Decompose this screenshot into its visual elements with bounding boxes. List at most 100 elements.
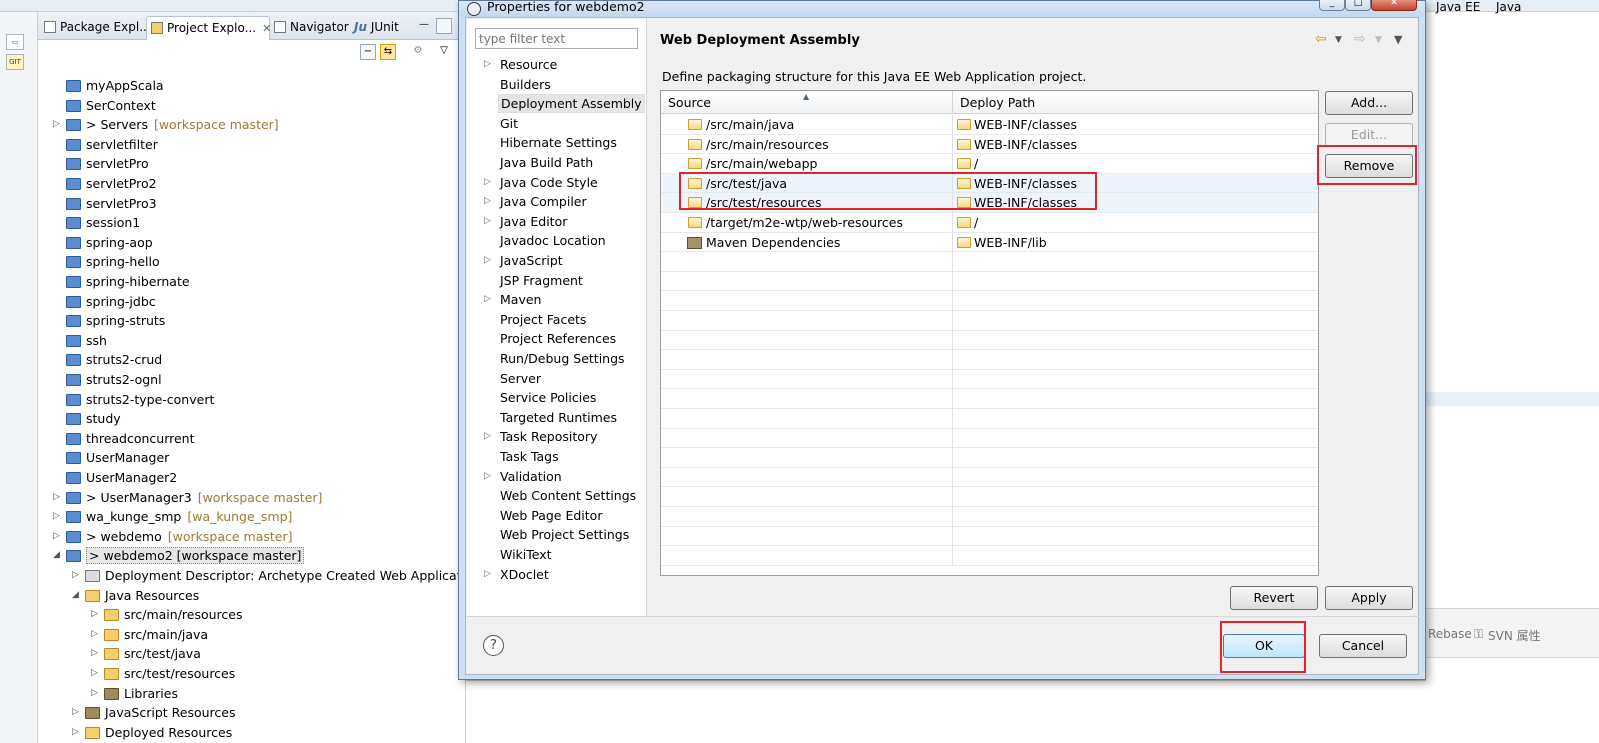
tree-item[interactable]: UserManager xyxy=(38,448,438,467)
nav-item[interactable]: Git xyxy=(498,114,520,133)
maximize-button[interactable]: □ xyxy=(1345,0,1371,11)
table-row[interactable]: /target/m2e-wtp/web-resources / xyxy=(661,213,1318,233)
tree-collapse-icon[interactable]: ◢ xyxy=(53,546,63,565)
table-row[interactable]: /src/test/resources WEB-INF/classes xyxy=(661,193,1318,213)
tree-expand-icon[interactable]: ▷ xyxy=(53,115,63,134)
tree-item[interactable]: servletPro3 xyxy=(38,194,438,213)
svn-properties-label[interactable]: SVN 属性 xyxy=(1488,627,1541,644)
nav-item[interactable]: Java Editor xyxy=(498,212,569,231)
tree-item[interactable]: threadconcurrent xyxy=(38,429,438,448)
forward-arrow-icon[interactable]: ⇨ xyxy=(1354,31,1366,47)
nav-expand-icon[interactable]: ▷ xyxy=(484,565,491,584)
tab-navigator[interactable]: Navigator xyxy=(270,16,350,40)
deploy-path-cell[interactable]: WEB-INF/classes xyxy=(953,174,1318,193)
source-cell[interactable]: /src/test/resources xyxy=(661,193,953,213)
perspective-java[interactable]: Java xyxy=(1496,0,1521,14)
nav-expand-icon[interactable]: ▷ xyxy=(484,192,491,211)
tree-item[interactable]: session1 xyxy=(38,213,438,232)
tree-item[interactable]: ▷ Deployment Descriptor: Archetype Create… xyxy=(38,566,481,585)
tree-item[interactable]: ▷ src/test/java xyxy=(38,644,438,663)
tree-item[interactable]: SerContext xyxy=(38,96,438,115)
tree-item[interactable]: ▷ > Servers [workspace master] xyxy=(38,115,438,134)
tree-item[interactable]: ▷ JavaScript Resources xyxy=(38,703,438,722)
view-menu-icon[interactable]: ▼ xyxy=(1394,33,1402,46)
ok-button[interactable]: OK xyxy=(1223,634,1305,658)
tree-expand-icon[interactable]: ▷ xyxy=(53,488,63,507)
nav-item[interactable]: Task Repository xyxy=(498,427,599,446)
maximize-icon[interactable] xyxy=(436,18,452,34)
tree-expand-icon[interactable]: ▷ xyxy=(72,723,82,742)
nav-item[interactable]: Builders xyxy=(498,75,553,94)
minimize-button[interactable]: _ xyxy=(1319,0,1345,11)
table-row[interactable]: /src/main/java WEB-INF/classes xyxy=(661,115,1318,135)
tree-item[interactable]: struts2-crud xyxy=(38,350,438,369)
tab-package-explorer[interactable]: Package Expl... xyxy=(40,16,151,40)
tree-item[interactable]: struts2-ognl xyxy=(38,370,438,389)
chevron-down-icon[interactable]: ▽ xyxy=(436,44,452,60)
tree-item[interactable]: myAppScala xyxy=(38,76,438,95)
deploy-path-cell[interactable]: WEB-INF/classes xyxy=(953,193,1318,212)
nav-expand-icon[interactable]: ▷ xyxy=(484,173,491,192)
perspective-java-ee[interactable]: Java EE xyxy=(1436,0,1480,14)
minimize-icon[interactable]: — xyxy=(416,18,432,34)
tree-item[interactable]: ▷ Deployed Resources xyxy=(38,723,438,742)
nav-item[interactable]: Run/Debug Settings xyxy=(498,349,627,368)
collapse-all-icon[interactable]: − xyxy=(360,44,376,60)
tree-item[interactable]: ▷ > UserManager3 [workspace master] xyxy=(38,488,438,507)
help-icon[interactable]: ? xyxy=(483,635,504,656)
table-row[interactable]: /src/main/resources WEB-INF/classes xyxy=(661,134,1318,155)
tree-item[interactable]: servletPro2 xyxy=(38,174,438,193)
tree-item[interactable]: ssh xyxy=(38,331,438,350)
nav-item[interactable]: Task Tags xyxy=(498,447,561,466)
nav-item[interactable]: Web Content Settings xyxy=(498,486,638,505)
add-button[interactable]: Add... xyxy=(1325,91,1413,115)
tree-expand-icon[interactable]: ▷ xyxy=(53,507,63,526)
tree-item[interactable]: servletfilter xyxy=(38,135,438,154)
link-with-editor-icon[interactable]: ⇆ xyxy=(380,44,396,60)
back-history-dropdown-icon[interactable]: ▼ xyxy=(1335,35,1342,45)
nav-item[interactable]: Maven xyxy=(498,290,543,309)
tree-item[interactable]: study xyxy=(38,409,438,428)
nav-expand-icon[interactable]: ▷ xyxy=(484,427,491,446)
column-header-deploy-path[interactable]: Deploy Path xyxy=(953,91,1318,114)
tree-expand-icon[interactable]: ▷ xyxy=(72,566,82,585)
source-cell[interactable]: Maven Dependencies xyxy=(661,232,953,253)
nav-item[interactable]: Project Facets xyxy=(498,310,588,329)
tree-item[interactable]: spring-hello xyxy=(38,252,438,271)
filter-input[interactable] xyxy=(475,28,638,49)
deploy-path-cell[interactable]: WEB-INF/classes xyxy=(953,135,1318,154)
nav-expand-icon[interactable]: ▷ xyxy=(484,467,491,486)
close-button[interactable]: ✕ xyxy=(1371,0,1417,11)
tree-expand-icon[interactable]: ▷ xyxy=(91,664,101,683)
nav-item[interactable]: Targeted Runtimes xyxy=(498,408,619,427)
deploy-path-cell[interactable]: WEB-INF/classes xyxy=(953,115,1318,134)
nav-expand-icon[interactable]: ▷ xyxy=(484,251,491,270)
back-arrow-icon[interactable]: ⇦ xyxy=(1315,31,1327,47)
source-cell[interactable]: /src/main/webapp xyxy=(661,154,953,174)
nav-item[interactable]: Hibernate Settings xyxy=(498,133,619,152)
nav-item[interactable]: Validation xyxy=(498,467,564,486)
nav-item[interactable]: Web Project Settings xyxy=(498,525,631,544)
nav-item[interactable]: Service Policies xyxy=(498,388,598,407)
edit-button[interactable]: Edit... xyxy=(1325,123,1413,147)
nav-item[interactable]: WikiText xyxy=(498,545,554,564)
source-cell[interactable]: /target/m2e-wtp/web-resources xyxy=(661,213,953,233)
revert-button[interactable]: Revert xyxy=(1230,586,1318,610)
tree-item[interactable]: ▷ Libraries xyxy=(38,684,438,703)
view-menu-icon[interactable]: ⚙ xyxy=(410,44,426,60)
source-cell[interactable]: /src/test/java xyxy=(661,173,953,194)
tree-item[interactable]: ▷ src/test/resources xyxy=(38,664,438,683)
apply-button[interactable]: Apply xyxy=(1325,586,1413,610)
tree-item[interactable]: spring-jdbc xyxy=(38,292,438,311)
tree-item[interactable]: ◢ Java Resources xyxy=(38,586,438,605)
tab-junit[interactable]: Ju JUnit xyxy=(350,16,410,40)
deploy-path-cell[interactable]: / xyxy=(953,154,1318,173)
column-header-source[interactable]: ▲ Source xyxy=(661,91,953,114)
nav-item[interactable]: Java Code Style xyxy=(498,173,600,192)
table-row[interactable]: /src/test/java WEB-INF/classes xyxy=(661,173,1318,194)
tree-collapse-icon[interactable]: ◢ xyxy=(72,586,82,605)
tree-expand-icon[interactable]: ▷ xyxy=(91,684,101,703)
nav-expand-icon[interactable]: ▷ xyxy=(484,55,491,74)
source-cell[interactable]: /src/main/resources xyxy=(661,134,953,155)
tree-item[interactable]: ▷ wa_kunge_smp [wa_kunge_smp] xyxy=(38,507,438,526)
